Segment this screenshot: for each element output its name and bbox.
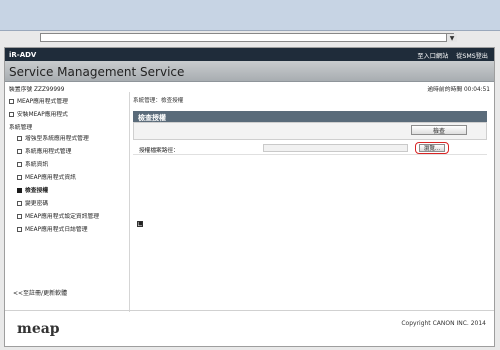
square-bullet-icon — [17, 175, 22, 180]
license-path-label: 授權檔案路徑： — [139, 148, 179, 154]
sidebar-item-meap-info[interactable]: MEAP應用程式資訊 — [17, 172, 76, 181]
square-bullet-icon — [17, 162, 22, 167]
sidebar-item-enhanced-app[interactable]: 增強型系統應用程式管理 — [17, 133, 89, 142]
chevron-down-icon[interactable]: ▼ — [446, 34, 457, 42]
sidebar-item-system-info[interactable]: 系統資訊 — [17, 159, 48, 168]
square-bullet-icon — [17, 214, 22, 219]
main-content: 系統管理：檢查授權 檢查授權 檢查 授權檔案路徑： 瀏覽... ■ — [133, 96, 488, 316]
browse-button[interactable]: 瀏覽... — [419, 144, 445, 152]
panel-header: 檢查授權 — [133, 111, 487, 122]
square-bullet-icon — [17, 136, 22, 141]
check-button[interactable]: 檢查 — [411, 125, 467, 135]
license-path-input[interactable] — [263, 144, 408, 152]
sidebar-section-system: 系統管理 — [9, 125, 33, 131]
square-bullet-icon — [17, 188, 22, 193]
app-window: iR-ADV 至入口網站 從SMS登出 Service Management S… — [4, 47, 495, 347]
top-header: iR-ADV 至入口網站 從SMS登出 — [5, 48, 494, 61]
address-dropdown[interactable] — [40, 33, 454, 42]
sidebar: MEAP應用程式管理 安裝MEAP應用程式 系統管理 增強型系統應用程式管理 系… — [5, 92, 128, 312]
breadcrumb: 系統管理：檢查授權 — [133, 98, 184, 104]
square-bullet-icon — [17, 227, 22, 232]
square-bullet-icon — [9, 112, 14, 117]
sidebar-item-meap-manage[interactable]: MEAP應用程式管理 — [9, 96, 68, 105]
small-page-icon: ■ — [137, 221, 143, 227]
timeout-timer: 逾時前的時間 00:04:51 — [427, 87, 490, 93]
back-to-register-link[interactable]: <<至註冊/更新軟體 — [13, 288, 67, 297]
copyright: Copyright CANON INC. 2014 — [401, 320, 486, 327]
square-bullet-icon — [17, 149, 22, 154]
browser-chrome — [0, 0, 500, 31]
sidebar-item-meap-settings[interactable]: MEAP應用程式設定資訊管理 — [17, 211, 99, 220]
service-banner: Service Management Service — [5, 61, 494, 82]
square-bullet-icon — [17, 201, 22, 206]
license-path-row: 授權檔案路徑： 瀏覽... — [133, 141, 487, 155]
sidebar-item-meap-install[interactable]: 安裝MEAP應用程式 — [9, 109, 68, 118]
brand-label: iR-ADV — [9, 51, 37, 59]
square-bullet-icon — [9, 99, 14, 104]
sidebar-item-check-license[interactable]: 檢查授權 — [17, 185, 48, 194]
sidebar-item-meap-log[interactable]: MEAP應用程式日誌管理 — [17, 224, 88, 233]
sidebar-item-system-app[interactable]: 系統應用程式管理 — [17, 146, 71, 155]
logout-link[interactable]: 從SMS登出 — [456, 53, 488, 60]
sidebar-divider — [129, 92, 130, 312]
sidebar-item-change-password[interactable]: 變更密碼 — [17, 198, 48, 207]
footer-divider — [5, 310, 494, 311]
meap-logo: meap — [17, 321, 60, 337]
device-info-bar: 裝置序號 ZZZ99999 逾時前的時間 00:04:51 — [5, 83, 494, 93]
portal-link[interactable]: 至入口網站 — [417, 53, 448, 60]
page-title: Service Management Service — [9, 65, 185, 79]
header-links: 至入口網站 從SMS登出 — [411, 51, 488, 60]
